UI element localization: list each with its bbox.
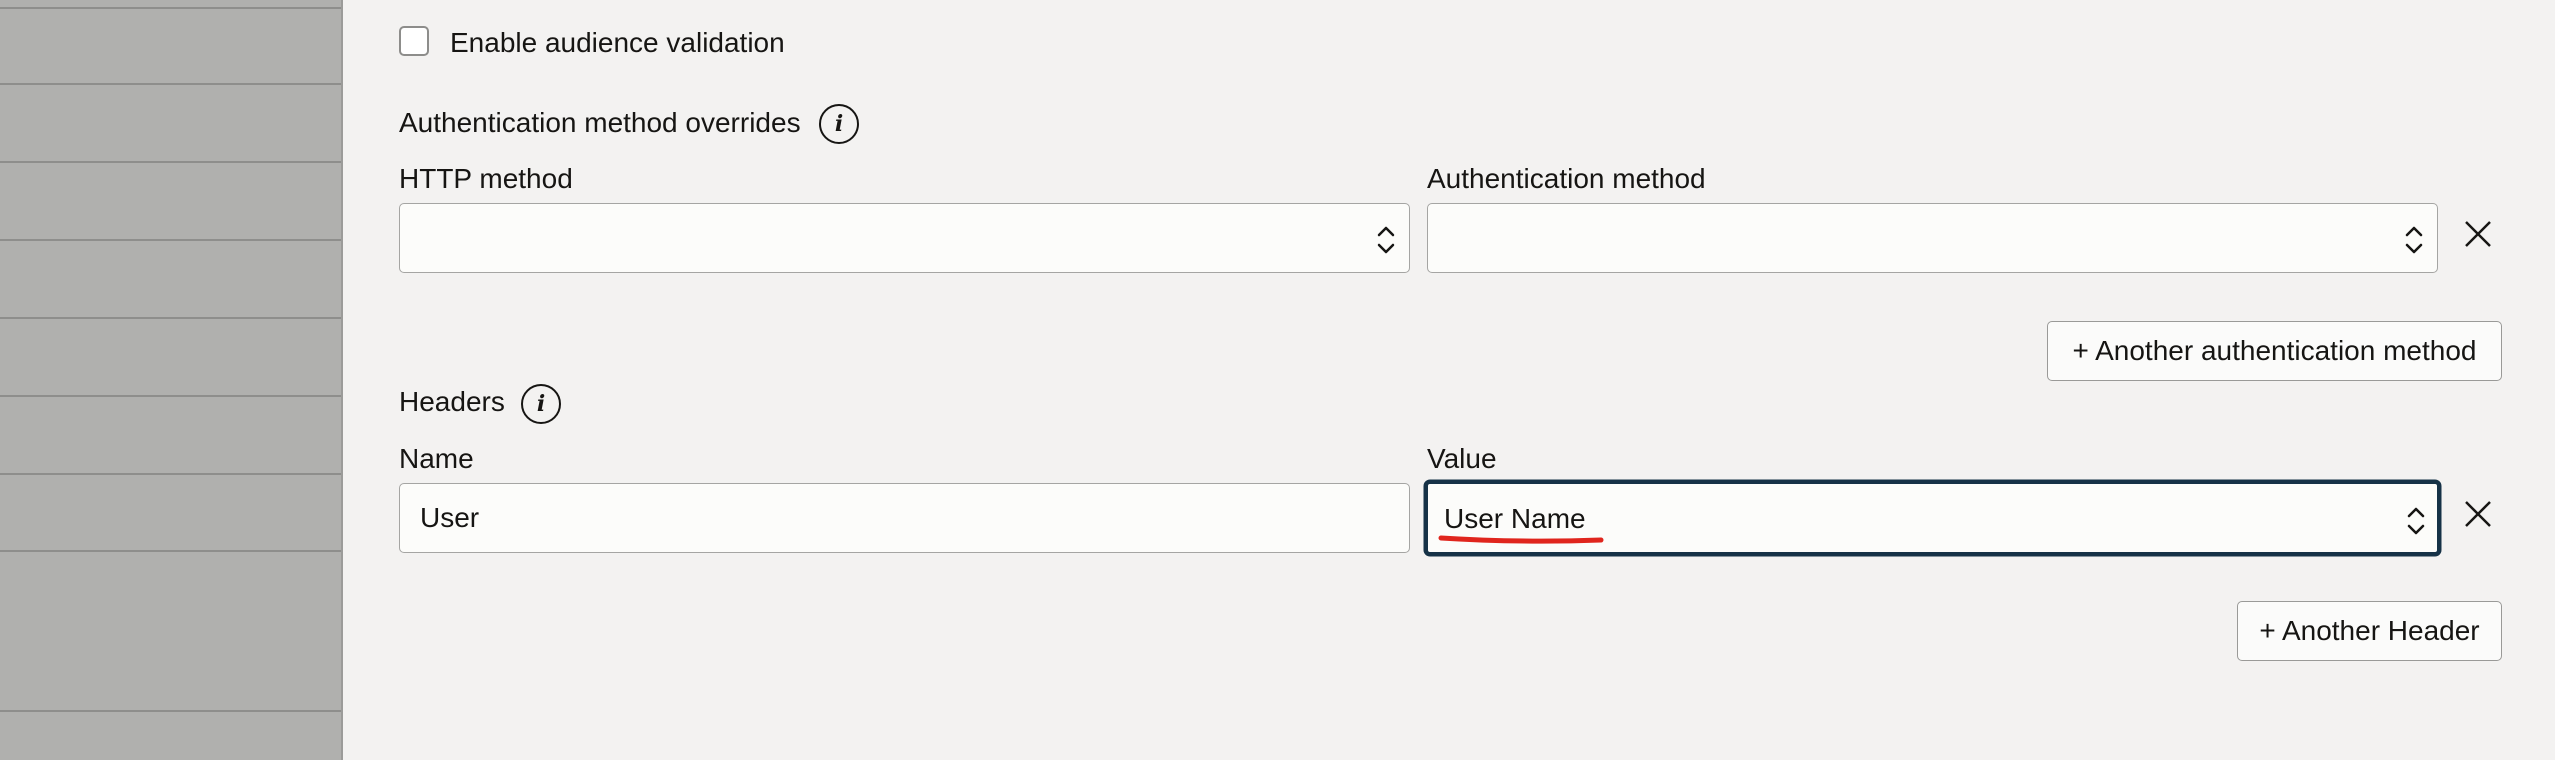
auth-method-select[interactable] (1427, 203, 2438, 273)
header-name-label: Name (399, 443, 474, 474)
sidebar (0, 0, 343, 760)
select-chevrons-icon (1377, 222, 1395, 258)
auth-method-label: Authentication method (1427, 163, 1706, 194)
audience-validation-label[interactable]: Enable audience validation (450, 27, 785, 59)
http-method-label: HTTP method (399, 163, 573, 194)
auth-overrides-title: Authentication method overrides (399, 107, 801, 138)
http-method-select[interactable] (399, 203, 1410, 273)
info-icon[interactable]: i (521, 384, 561, 424)
headers-title: Headers (399, 386, 505, 417)
sidebar-divider (0, 317, 341, 319)
sidebar-divider (0, 83, 341, 85)
add-auth-method-button[interactable]: + Another authentication method (2047, 321, 2502, 381)
sidebar-divider (0, 161, 341, 163)
sidebar-divider (0, 7, 341, 9)
sidebar-divider (0, 395, 341, 397)
add-header-button[interactable]: + Another Header (2237, 601, 2502, 661)
sidebar-divider (0, 710, 341, 712)
header-name-input[interactable]: User (399, 483, 1410, 553)
remove-auth-override-close-icon[interactable] (2463, 219, 2493, 249)
header-value-label: Value (1427, 443, 1497, 474)
remove-header-close-icon[interactable] (2463, 499, 2493, 529)
audience-validation-checkbox[interactable] (399, 26, 429, 56)
header-name-value: User (420, 502, 480, 533)
info-icon[interactable]: i (819, 104, 859, 144)
red-underline-annotation (1438, 535, 1604, 544)
sidebar-divider (0, 239, 341, 241)
sidebar-divider (0, 473, 341, 475)
select-chevrons-icon (2405, 222, 2423, 258)
select-chevrons-icon (2407, 503, 2425, 539)
sidebar-divider (0, 550, 341, 552)
header-value-value: User Name (1444, 503, 1586, 534)
